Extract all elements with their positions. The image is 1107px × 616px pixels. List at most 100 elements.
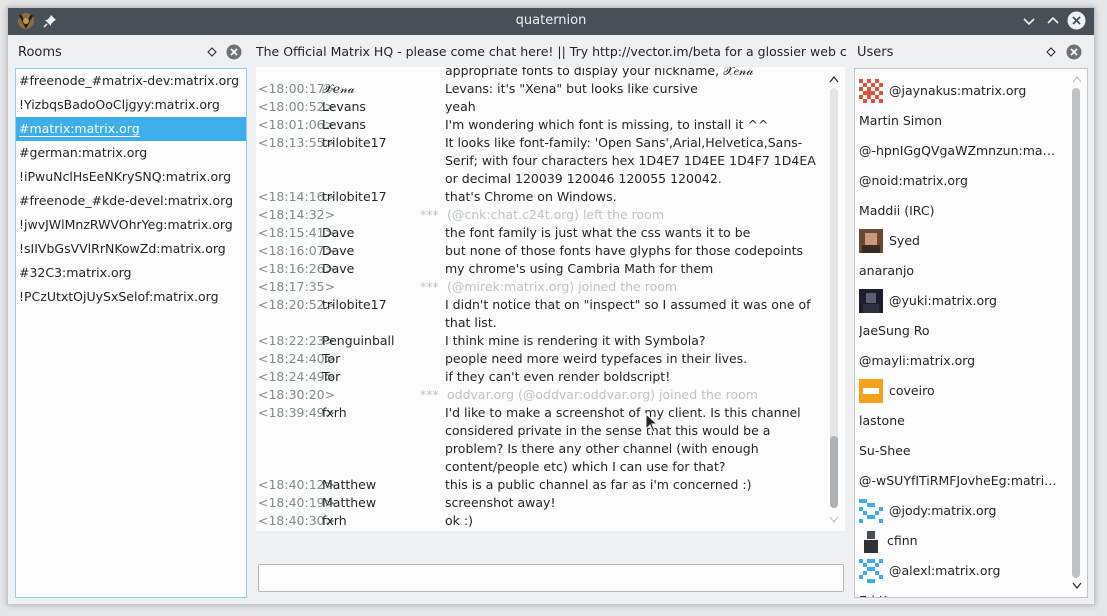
- event-marker: ***: [420, 279, 439, 294]
- message-timestamp: <18:30:20>: [258, 387, 336, 402]
- message-author[interactable]: Matthew: [322, 476, 376, 494]
- user-item[interactable]: @mayli:matrix.org: [855, 346, 1087, 376]
- user-item[interactable]: @-wSUYfITiRMFJovheEg:matrix....: [855, 466, 1087, 496]
- title-bar: quaternion: [8, 8, 1094, 35]
- user-item[interactable]: @jody:matrix.org: [855, 496, 1087, 526]
- user-item[interactable]: @alexl:matrix.org: [855, 556, 1087, 586]
- message-author[interactable]: Tor: [322, 368, 340, 386]
- user-item[interactable]: cfinn: [855, 526, 1087, 556]
- scroll-down-icon[interactable]: [829, 516, 839, 524]
- message-author[interactable]: trilobite17: [322, 134, 387, 152]
- message-author[interactable]: trilobite17: [322, 296, 387, 314]
- message-author[interactable]: Dave: [322, 260, 354, 278]
- user-name: Ed Kar: [859, 593, 1059, 597]
- users-scroll-up-icon[interactable]: [1072, 75, 1082, 83]
- room-item[interactable]: !PCzUtxtOjUySxSelof:matrix.org: [16, 285, 246, 309]
- room-item[interactable]: !jwvJWlMnzRWVOhrYeg:matrix.org: [16, 213, 246, 237]
- room-item[interactable]: !iPwuNclHsEeNKrySNQ:matrix.org: [16, 165, 246, 189]
- user-item[interactable]: @jaynakus:matrix.org: [855, 76, 1087, 106]
- message-row: <18:01:06> Levans I'm wondering which font…: [256, 116, 845, 134]
- message-text: that's Chrome on Windows.: [445, 189, 617, 204]
- message-row: appropriate fonts to display your nickna…: [256, 67, 845, 80]
- room-item[interactable]: #32C3:matrix.org: [16, 261, 246, 285]
- message-text: ok :): [445, 513, 473, 528]
- room-item-label: #matrix:matrix.org: [19, 121, 140, 137]
- user-item[interactable]: JaeSung Ro: [855, 316, 1087, 346]
- message-author[interactable]: trilobite17: [322, 188, 387, 206]
- message-text: people need more weird typefaces in thei…: [445, 351, 748, 366]
- message-row: <18:16:26> Dave my chrome's using Cambria …: [256, 260, 845, 278]
- close-dock-icon[interactable]: [1066, 44, 1082, 60]
- avatar[interactable]: [859, 499, 883, 523]
- message-text: screenshot away!: [445, 495, 556, 510]
- user-item[interactable]: coveiro: [855, 376, 1087, 406]
- maximize-icon[interactable]: [1044, 12, 1062, 30]
- user-name: Maddii (IRC): [859, 203, 935, 218]
- message-author[interactable]: Tor: [322, 350, 340, 368]
- avatar[interactable]: [859, 229, 883, 253]
- scroll-up-icon[interactable]: [829, 75, 839, 83]
- message-row: <18:13:55> trilobite17 It looks like font-…: [256, 134, 845, 188]
- avatar[interactable]: [859, 529, 883, 553]
- message-author[interactable]: Levans: [322, 98, 366, 116]
- room-item[interactable]: #freenode_#kde-devel:matrix.org: [16, 189, 246, 213]
- close-dock-icon[interactable]: [226, 44, 242, 60]
- message-author[interactable]: Levans: [322, 116, 366, 134]
- user-name: Syed: [889, 233, 920, 248]
- user-item[interactable]: Su-Shee: [855, 436, 1087, 466]
- user-item[interactable]: Ed Kar: [855, 586, 1087, 597]
- user-name: @jaynakus:matrix.org: [889, 83, 1027, 98]
- user-item[interactable]: lastone: [855, 406, 1087, 436]
- room-topic: The Official Matrix HQ - please come cha…: [256, 44, 846, 59]
- user-item[interactable]: Syed: [855, 226, 1087, 256]
- user-item[interactable]: @noid:matrix.org: [855, 166, 1087, 196]
- message-author[interactable]: Dave: [322, 242, 354, 260]
- message-text: appropriate fonts to display your nickna…: [445, 67, 754, 78]
- message-input[interactable]: [258, 564, 844, 592]
- users-scroll-down-icon[interactable]: [1072, 582, 1082, 590]
- message-row: <18:40:12> Matthew this is a public channe…: [256, 476, 845, 494]
- user-item[interactable]: @-hpnIGgQVgaWZmnzun:mat...: [855, 136, 1087, 166]
- room-item-label: #32C3:matrix.org: [19, 265, 132, 280]
- message-author[interactable]: 𝒳𝑒𝓃𝒶: [322, 80, 355, 98]
- message-author[interactable]: fxrh: [322, 404, 347, 422]
- user-item[interactable]: @yuki:matrix.org: [855, 286, 1087, 316]
- message-author[interactable]: Penguinball: [322, 332, 395, 350]
- rooms-list[interactable]: #freenode_#matrix-dev:matrix.org !YizbqsB…: [15, 68, 247, 598]
- float-dock-icon[interactable]: [207, 47, 217, 57]
- message-author[interactable]: fxrh: [322, 512, 347, 530]
- timeline-scroll-thumb[interactable]: [830, 436, 838, 508]
- message-row: <18:40:19> Matthew screenshot away!: [256, 494, 845, 512]
- avatar[interactable]: [859, 289, 883, 313]
- float-dock-icon[interactable]: [1046, 47, 1056, 57]
- user-item[interactable]: Martin Simon: [855, 106, 1087, 136]
- message-row: <18:24:49> Tor if they can't even render b…: [256, 368, 845, 386]
- user-name: lastone: [859, 413, 905, 428]
- room-item[interactable]: !YizbqsBadoOoCljgyy:matrix.org: [16, 93, 246, 117]
- users-list[interactable]: @jaynakus:matrix.org Martin Simon @-hpnIGg…: [854, 68, 1088, 598]
- message-text: I'd like to make a screenshot of my clie…: [445, 405, 801, 474]
- event-marker: ***: [420, 207, 439, 222]
- room-item[interactable]: #matrix:matrix.org: [16, 117, 246, 141]
- rooms-title: Rooms: [18, 45, 62, 60]
- avatar[interactable]: [859, 559, 883, 583]
- avatar[interactable]: [859, 379, 883, 403]
- message-text: this is a public channel as far as i'm c…: [445, 477, 752, 492]
- message-author[interactable]: Matthew: [322, 494, 376, 512]
- users-scroll-thumb[interactable]: [1072, 88, 1080, 578]
- user-item[interactable]: Maddii (IRC): [855, 196, 1087, 226]
- message-timeline[interactable]: appropriate fonts to display your nickna…: [256, 67, 845, 531]
- room-item[interactable]: #german:matrix.org: [16, 141, 246, 165]
- room-item[interactable]: #freenode_#matrix-dev:matrix.org: [16, 69, 246, 93]
- avatar[interactable]: [859, 79, 883, 103]
- message-author[interactable]: Dave: [322, 224, 354, 242]
- message-text: It looks like font-family: 'Open Sans',A…: [445, 135, 816, 186]
- minimize-icon[interactable]: [1020, 12, 1038, 30]
- users-title: Users: [857, 45, 894, 60]
- user-name: anaranjo: [859, 263, 915, 278]
- user-item[interactable]: anaranjo: [855, 256, 1087, 286]
- close-window-icon[interactable]: [1067, 11, 1086, 30]
- user-name: Su-Shee: [859, 443, 911, 458]
- room-item[interactable]: !sIIVbGsVVlRrNKowZd:matrix.org: [16, 237, 246, 261]
- user-name: JaeSung Ro: [859, 323, 930, 338]
